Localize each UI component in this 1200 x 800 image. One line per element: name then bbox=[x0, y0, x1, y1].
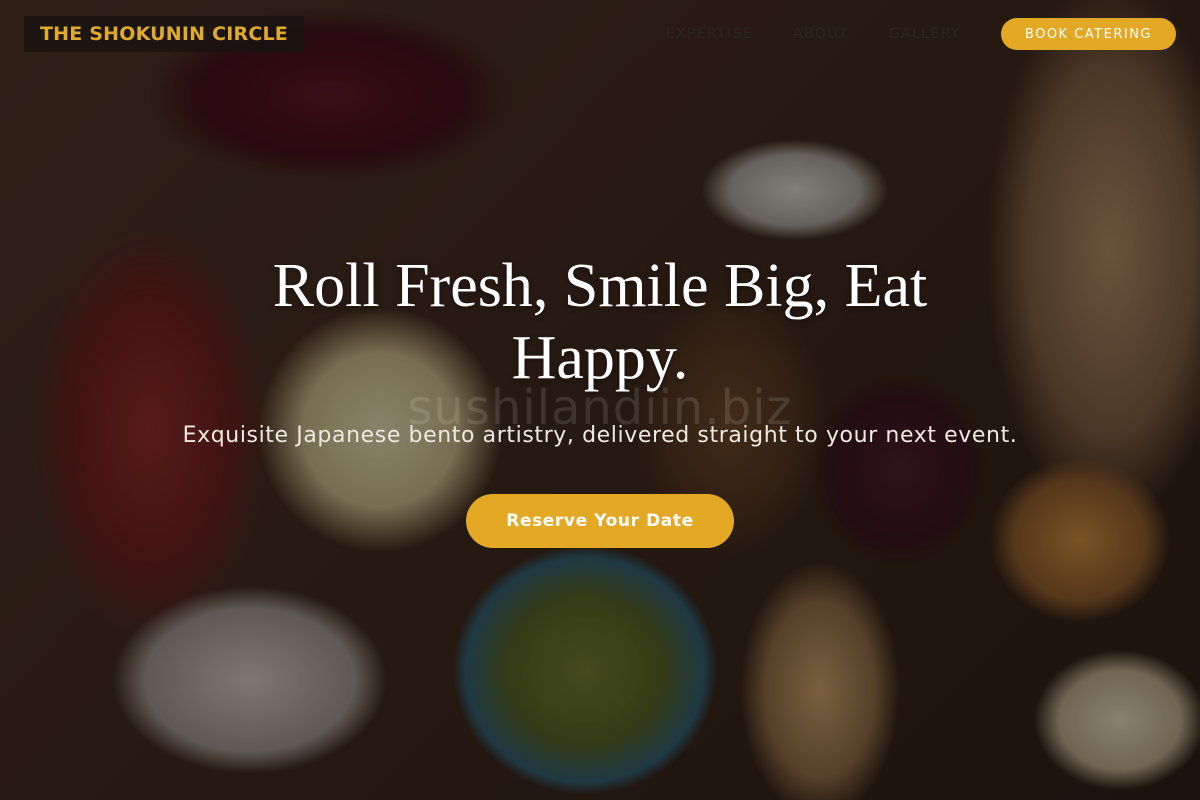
book-catering-button[interactable]: BOOK CATERING bbox=[1000, 18, 1176, 50]
hero-subtitle: Exquisite Japanese bento artistry, deliv… bbox=[182, 423, 1018, 448]
nav-link-expertise[interactable]: EXPERTISE bbox=[666, 26, 753, 42]
reserve-date-button[interactable]: Reserve Your Date bbox=[466, 494, 734, 548]
nav-link-gallery[interactable]: GALLERY bbox=[889, 26, 961, 42]
hero-content: Roll Fresh, Smile Big, Eat Happy. sushil… bbox=[0, 250, 1200, 548]
hero-headline: Roll Fresh, Smile Big, Eat Happy. bbox=[272, 252, 928, 392]
top-navigation: THE SHOKUNIN CIRCLE EXPERTISE ABOUT GALL… bbox=[0, 0, 1200, 68]
brand-logo[interactable]: THE SHOKUNIN CIRCLE bbox=[24, 16, 304, 52]
nav-links: EXPERTISE ABOUT GALLERY BOOK CATERING bbox=[666, 16, 1176, 52]
nav-link-about[interactable]: ABOUT bbox=[793, 26, 849, 42]
hero-section: THE SHOKUNIN CIRCLE EXPERTISE ABOUT GALL… bbox=[0, 0, 1200, 800]
